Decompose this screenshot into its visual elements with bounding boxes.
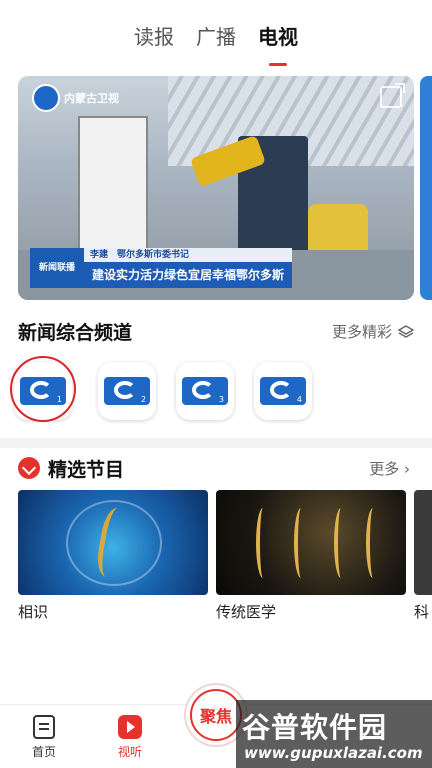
nav-home[interactable]: 首页 <box>14 715 74 760</box>
document-icon <box>33 715 55 739</box>
watermark-url: www.gupuxlazai.com <box>244 744 423 762</box>
program-card[interactable]: 相识 <box>18 490 208 622</box>
tab-newspaper[interactable]: 读报 <box>134 20 174 60</box>
program-title: 传统医学 <box>216 603 277 621</box>
lower-third-text: 李建 鄂尔多斯市委书记 建设实力活力绿色宜居幸福鄂尔多斯 <box>84 248 293 290</box>
more-programs-link[interactable]: 更多 › <box>369 458 410 479</box>
program-thumbnail <box>18 490 208 595</box>
layers-icon <box>397 324 415 340</box>
lower-third-headline: 建设实力活力绿色宜居幸福鄂尔多斯 <box>84 262 293 288</box>
channel-3-button[interactable]: 3 <box>176 362 234 420</box>
program-thumbnail <box>414 490 432 595</box>
more-highlights-label: 更多精彩 <box>331 323 392 341</box>
channel-logo: 3 <box>182 377 228 405</box>
machine-left <box>78 116 148 266</box>
play-icon <box>118 715 142 739</box>
tab-tv[interactable]: 电视 <box>258 20 298 66</box>
featured-heart-icon <box>18 457 40 479</box>
lower-third-name: 李建 鄂尔多斯市委书记 <box>84 248 293 262</box>
program-card[interactable]: 传统医学 <box>216 490 406 622</box>
selected-circle-annotation <box>10 356 76 422</box>
nav-listen-label: 视听 <box>117 745 142 759</box>
news-program-logo: 新闻联播 <box>30 248 84 288</box>
nav-home-label: 首页 <box>31 745 56 759</box>
channels-section-header: 新闻综合频道 更多精彩 <box>18 318 415 346</box>
focus-label: 聚焦 <box>190 689 242 741</box>
news-lower-third: 新闻联播 李建 鄂尔多斯市委书记 建设实力活力绿色宜居幸福鄂尔多斯 <box>30 248 293 290</box>
site-watermark: 谷普软件园 www.gupuxlazai.com <box>236 700 432 768</box>
channels-section-title: 新闻综合频道 <box>18 322 133 344</box>
nav-listen[interactable]: 视听 <box>100 715 160 760</box>
channel-list: 1 2 3 4 <box>10 356 430 424</box>
channel-4-button[interactable]: 4 <box>254 362 312 420</box>
hero-video-banner[interactable]: 内蒙古卫视 新闻联播 李建 鄂尔多斯市委书记 建设实力活力绿色宜居幸福鄂尔多斯 <box>18 76 414 300</box>
programs-section-title: 精选节目 <box>48 459 125 481</box>
share-icon[interactable] <box>380 83 405 108</box>
station-logo: 内蒙古卫视 <box>32 84 119 112</box>
channel-1-button[interactable]: 1 <box>10 356 76 422</box>
program-thumbnail <box>216 490 406 595</box>
watermark-title: 谷普软件园 <box>242 711 388 744</box>
app-screen: 读报 广播 电视 内蒙古卫视 新闻联播 李建 鄂尔多斯市委书记 建设实力活力绿色… <box>0 0 432 768</box>
station-logo-icon <box>32 84 60 112</box>
top-tabs: 读报 广播 电视 <box>0 20 432 66</box>
next-banner-peek[interactable] <box>420 76 432 300</box>
channel-logo: 4 <box>260 377 306 405</box>
more-highlights-link[interactable]: 更多精彩 <box>331 321 415 342</box>
program-card[interactable]: 科 <box>414 490 432 622</box>
programs-section-header: 精选节目 更多 › <box>18 455 414 483</box>
program-title: 科 <box>414 603 430 621</box>
section-divider <box>0 438 432 448</box>
program-title: 相识 <box>18 603 49 621</box>
program-list: 相识 传统医学 科 <box>18 490 432 630</box>
channel-2-button[interactable]: 2 <box>98 362 156 420</box>
channel-logo: 2 <box>104 377 150 405</box>
tab-radio[interactable]: 广播 <box>196 20 236 60</box>
station-logo-text: 内蒙古卫视 <box>64 92 119 105</box>
